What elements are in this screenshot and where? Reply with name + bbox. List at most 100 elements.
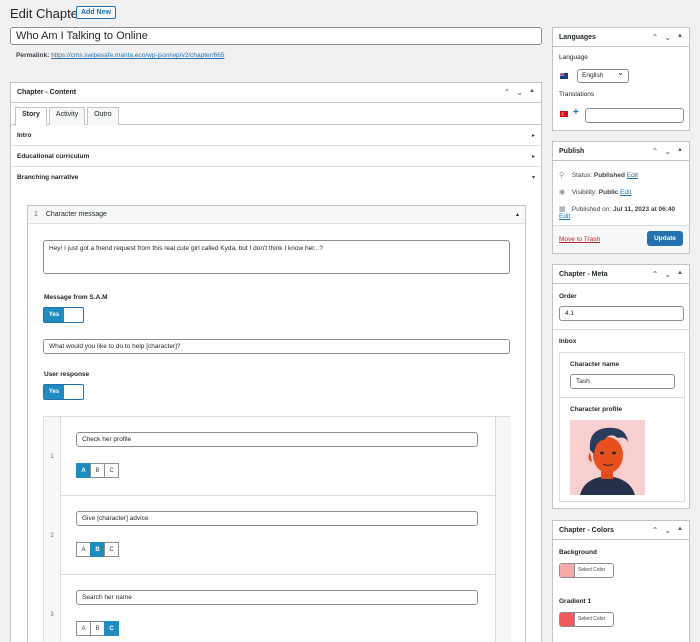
- option-c-button[interactable]: C: [104, 621, 119, 636]
- chevron-up-icon[interactable]: ⌃: [652, 526, 659, 535]
- language-select[interactable]: English: [577, 68, 629, 83]
- permalink-label: Permalink:: [16, 52, 50, 59]
- chevron-down-icon[interactable]: ⌄: [516, 88, 523, 97]
- inbox-label: Inbox: [559, 338, 577, 345]
- background-label: Background: [559, 549, 597, 556]
- section-intro[interactable]: Intro ▸: [11, 125, 541, 146]
- status-label: Status:: [571, 172, 593, 179]
- option-b-button[interactable]: B: [90, 542, 105, 557]
- order-input[interactable]: 4.1: [559, 306, 684, 321]
- chapter-colors-box: Chapter - Colors ⌃ ⌄ ▲ Background Select…: [552, 520, 690, 642]
- publish-box: Publish ⌃ ⌄ ▲ ⚲ Status: Published Edit ◉…: [552, 141, 690, 254]
- character-avatar[interactable]: [570, 420, 645, 495]
- chevron-down-icon[interactable]: ⌄: [664, 270, 671, 279]
- chapter-meta-box: Chapter - Meta ⌃ ⌄ ▲ Order 4.1 Inbox Cha…: [552, 264, 690, 509]
- select-color-label: Select Color: [578, 616, 606, 622]
- chevron-up-icon[interactable]: ⌃: [652, 147, 659, 156]
- post-title-input[interactable]: Who Am I Talking to Online: [10, 27, 542, 45]
- chapter-content-box: Chapter - Content ⌃ ⌄ ▲ Story Activity O…: [10, 82, 542, 642]
- meta-divider: [553, 329, 689, 330]
- languages-title: Languages: [559, 33, 596, 41]
- toggle-panel-icon[interactable]: ▲: [677, 147, 683, 156]
- option-c-button[interactable]: C: [104, 463, 119, 478]
- update-button[interactable]: Update: [646, 231, 683, 246]
- character-message-block: 1 Character message ▴ Hey! I just got a …: [27, 205, 526, 642]
- block-header[interactable]: 1 Character message ▴: [28, 206, 525, 224]
- chevron-up-icon[interactable]: ⌃: [652, 33, 659, 42]
- row-handle[interactable]: [495, 417, 511, 496]
- option-b-button[interactable]: B: [90, 621, 105, 636]
- response-text-input[interactable]: Search her name: [76, 590, 478, 605]
- inbox-group: Character name Tash Character profile: [559, 352, 685, 502]
- collapse-block-icon[interactable]: ▴: [516, 211, 519, 218]
- caret-right-icon: ▸: [531, 153, 535, 160]
- inbox-divider: [560, 397, 684, 398]
- tab-outro[interactable]: Outro: [87, 107, 119, 125]
- language-label: Language: [559, 54, 588, 61]
- chevron-down-icon[interactable]: ⌄: [664, 526, 671, 535]
- section-branching-narrative[interactable]: Branching narrative ▾: [11, 167, 541, 188]
- visibility-label: Visibility:: [571, 189, 597, 196]
- edit-status-link[interactable]: Edit: [627, 172, 638, 179]
- toggle-panel-icon[interactable]: ▲: [677, 526, 683, 535]
- translations-label: Translations: [559, 91, 595, 98]
- question-input[interactable]: What would you like to do to help [chara…: [43, 339, 510, 354]
- message-textarea[interactable]: Hey! I just got a friend request from th…: [43, 240, 510, 274]
- move-to-trash-link[interactable]: Move to Trash: [559, 236, 600, 243]
- chevron-up-icon[interactable]: ⌃: [652, 270, 659, 279]
- visibility-value: Public: [598, 189, 619, 196]
- option-c-button[interactable]: C: [104, 542, 119, 557]
- response-text-input[interactable]: Check her profile: [76, 432, 478, 447]
- response-row-number: 2: [44, 496, 61, 575]
- status-line: ⚲ Status: Published Edit: [559, 171, 638, 179]
- user-response-label: User response: [44, 371, 90, 378]
- australia-flag-icon: [559, 72, 568, 79]
- translation-input[interactable]: [585, 108, 684, 123]
- permalink-link[interactable]: https://cms.swipesafe.manta.eco/wp-json/…: [51, 52, 224, 59]
- block-number: 1: [34, 211, 38, 218]
- chevron-down-icon[interactable]: ⌄: [664, 147, 671, 156]
- meta-header: Chapter - Meta ⌃ ⌄ ▲: [553, 265, 689, 284]
- section-curriculum-label: Educational curriculum: [17, 152, 90, 160]
- section-branching-label: Branching narrative: [17, 174, 79, 181]
- block-title: Character message: [45, 211, 107, 218]
- publish-actions: Move to Trash Update: [553, 225, 689, 253]
- character-name-input[interactable]: Tash: [570, 374, 675, 389]
- background-color-picker[interactable]: Select Color: [559, 563, 614, 578]
- option-b-button[interactable]: B: [90, 463, 105, 478]
- gradient-label: Gradient 1: [559, 598, 592, 605]
- response-text-input[interactable]: Give [character] advice: [76, 511, 478, 526]
- toggle-panel-icon[interactable]: ▲: [677, 270, 683, 279]
- character-name-label: Character name: [570, 361, 620, 368]
- responses-repeater: 1 Check her profile A B C 2 Give [charac…: [43, 416, 511, 642]
- section-intro-label: Intro: [17, 131, 32, 139]
- tab-story[interactable]: Story: [15, 107, 47, 126]
- option-a-button[interactable]: A: [76, 542, 91, 557]
- user-response-toggle[interactable]: Yes: [43, 384, 84, 400]
- colors-title: Chapter - Colors: [559, 526, 614, 534]
- add-new-button[interactable]: Add New: [76, 6, 116, 19]
- chevron-down-icon[interactable]: ⌄: [664, 33, 671, 42]
- chevron-up-icon[interactable]: ⌃: [504, 88, 511, 97]
- row-handle[interactable]: [495, 496, 511, 575]
- section-educational-curriculum[interactable]: Educational curriculum ▸: [11, 146, 541, 167]
- tab-activity[interactable]: Activity: [48, 107, 86, 125]
- sam-toggle[interactable]: Yes: [43, 307, 84, 323]
- toggle-panel-icon[interactable]: ▲: [529, 88, 535, 97]
- add-translation-icon[interactable]: +: [573, 107, 579, 118]
- colors-header: Chapter - Colors ⌃ ⌄ ▲: [553, 521, 689, 540]
- visibility-line: ◉ Visibility: Public Edit: [559, 188, 631, 196]
- option-a-button[interactable]: A: [76, 463, 91, 478]
- option-a-button[interactable]: A: [76, 621, 91, 636]
- response-row-number: 3: [44, 575, 61, 642]
- edit-visibility-link[interactable]: Edit: [620, 189, 631, 196]
- order-label: Order: [559, 293, 577, 300]
- gradient-color-picker[interactable]: Select Color: [559, 612, 614, 627]
- edit-date-link[interactable]: Edit: [559, 213, 570, 220]
- toggle-panel-icon[interactable]: ▲: [677, 33, 683, 42]
- status-value: Published: [593, 172, 625, 179]
- published-value: Jul 11, 2023 at 06:40: [613, 206, 676, 213]
- row-handle[interactable]: [495, 575, 511, 642]
- user-response-toggle-yes: Yes: [44, 385, 64, 399]
- response-row: 1 Check her profile A B C: [44, 417, 511, 496]
